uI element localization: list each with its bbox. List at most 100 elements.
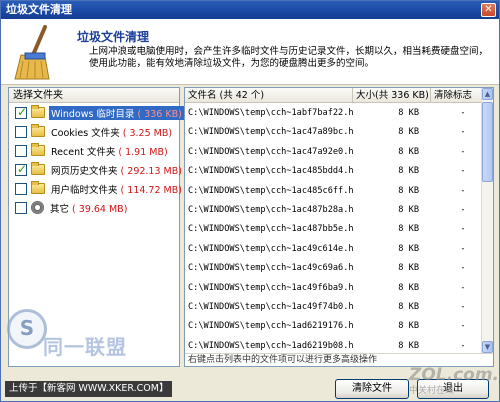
- folder-item[interactable]: ✓ 网页历史文件夹 ( 292.13 MB): [9, 160, 182, 179]
- folder-label: 用户临时文件夹 ( 114.72 MB): [49, 182, 184, 196]
- file-row[interactable]: C:\WINDOWS\temp\cch~1ac487b28a.htp 8 KB -: [185, 201, 482, 220]
- folder-checkbox[interactable]: [15, 144, 27, 157]
- title-bar[interactable]: 垃圾文件清理 ✕: [1, 1, 499, 19]
- file-size: 8 KB: [398, 204, 419, 215]
- file-size: 8 KB: [398, 282, 419, 293]
- file-size: 8 KB: [398, 146, 419, 157]
- file-row[interactable]: C:\WINDOWS\temp\cch~1ac47a92e0.htp 8 KB -: [185, 143, 482, 162]
- file-name: C:\WINDOWS\temp\cch~1ac485c6ff.htp: [188, 185, 353, 196]
- source-caption: 上传于【新客网 WWW.XKER.COM】: [5, 381, 173, 397]
- scroll-up-button[interactable]: ▲: [482, 88, 493, 100]
- corner-watermark-sub: 中关村在线: [409, 386, 455, 396]
- close-button[interactable]: ✕: [481, 3, 496, 17]
- file-row[interactable]: C:\WINDOWS\temp\cch~1ac485c6ff.htp 8 KB -: [185, 182, 482, 201]
- watermark-logo: S: [7, 309, 47, 349]
- vertical-scrollbar[interactable]: ▲ ▼: [481, 88, 493, 353]
- file-list-panel: 文件名 (共 42 个) 大小(共 336 KB) 清除标志 C:\WINDOW…: [184, 87, 494, 367]
- column-filename[interactable]: 文件名 (共 42 个): [185, 88, 353, 103]
- folder-name: Windows 临时目录: [51, 108, 135, 120]
- file-row[interactable]: C:\WINDOWS\temp\cch~1ac487bb5e.htp 8 KB -: [185, 220, 482, 239]
- folder-icon: [31, 124, 45, 137]
- scroll-thumb[interactable]: [482, 102, 493, 182]
- cleaner-window: 垃圾文件清理 ✕ 垃圾文件清理 上网冲浪或电脑使用时，会产生许多临时文件与历史记…: [0, 0, 500, 402]
- file-name: C:\WINDOWS\temp\cch~1ac47a89bc.htp: [188, 127, 353, 138]
- folder-label: Recent 文件夹 ( 1.91 MB): [49, 144, 170, 158]
- folder-item[interactable]: Cookies 文件夹 ( 3.25 MB): [9, 122, 179, 141]
- file-size: 8 KB: [398, 127, 419, 138]
- file-clear-flag: -: [460, 146, 466, 157]
- folder-label: 其它 ( 39.64 MB): [48, 201, 129, 215]
- file-name: C:\WINDOWS\temp\cch~1ac487b28a.htp: [188, 204, 353, 215]
- file-row[interactable]: C:\WINDOWS\temp\cch~1ac49c69a6.htp 8 KB -: [185, 259, 482, 278]
- file-name: C:\WINDOWS\temp\cch~1ac49f6ba9.htp: [188, 282, 353, 293]
- header-title: 垃圾文件清理: [77, 30, 150, 44]
- file-row[interactable]: C:\WINDOWS\temp\cch~1ac49f74b0.htp 8 KB -: [185, 298, 482, 317]
- file-row[interactable]: C:\WINDOWS\temp\cch~1ac485bdd4.htp 8 KB -: [185, 162, 482, 181]
- file-clear-flag: -: [460, 263, 466, 274]
- scroll-down-button[interactable]: ▼: [482, 341, 493, 353]
- folder-icon: [31, 162, 45, 175]
- folder-size: ( 292.13 MB): [120, 165, 182, 177]
- file-name: C:\WINDOWS\temp\cch~1ac487bb5e.htp: [188, 224, 353, 235]
- header-description: 上网冲浪或电脑使用时，会产生许多临时文件与历史记录文件，长期以久，相当耗费硬盘空…: [89, 46, 489, 69]
- file-name: C:\WINDOWS\temp\cch~1ac49c69a6.htp: [188, 263, 353, 274]
- folder-item[interactable]: Recent 文件夹 ( 1.91 MB): [9, 141, 179, 160]
- check-icon: ✓: [17, 161, 28, 176]
- file-clear-flag: -: [460, 204, 466, 215]
- file-clear-flag: -: [460, 282, 466, 293]
- file-name: C:\WINDOWS\temp\cch~1ac485bdd4.htp: [188, 166, 353, 177]
- file-rows: C:\WINDOWS\temp\cch~1abf7baf22.htp 8 KB - C…: [185, 104, 482, 366]
- file-size: 8 KB: [398, 263, 419, 274]
- folder-label: Cookies 文件夹 ( 3.25 MB): [49, 125, 174, 139]
- file-clear-flag: -: [460, 108, 466, 118]
- window-title: 垃圾文件清理: [6, 3, 72, 16]
- file-clear-flag: -: [460, 243, 466, 254]
- folder-list-header: 选择文件夹: [9, 88, 179, 103]
- file-size: 8 KB: [398, 166, 419, 177]
- folder-item[interactable]: 用户临时文件夹 ( 114.72 MB): [9, 179, 182, 198]
- file-row[interactable]: C:\WINDOWS\temp\cch~1ac47a89bc.htp 8 KB -: [185, 123, 482, 142]
- file-name: C:\WINDOWS\temp\cch~1abf7baf22.htp: [188, 108, 353, 118]
- folder-icon: [31, 143, 45, 156]
- clean-files-button[interactable]: 清除文件: [335, 379, 409, 399]
- file-clear-flag: -: [460, 224, 466, 235]
- folder-name: 用户临时文件夹: [51, 184, 118, 196]
- file-row[interactable]: C:\WINDOWS\temp\cch~1ac49c614e.htp 8 KB -: [185, 240, 482, 259]
- file-name: C:\WINDOWS\temp\cch~1ac47a92e0.htp: [188, 146, 353, 157]
- broom-icon: [14, 25, 50, 80]
- file-clear-flag: -: [460, 321, 466, 332]
- column-size[interactable]: 大小(共 336 KB): [353, 88, 431, 103]
- file-size: 8 KB: [398, 185, 419, 196]
- file-clear-flag: -: [460, 185, 466, 196]
- folder-icon: [31, 181, 45, 194]
- folder-item[interactable]: ✓ Windows 临时目录 ( 336 KB): [9, 103, 184, 122]
- gear-icon: [31, 201, 44, 214]
- folder-checkbox[interactable]: [15, 125, 27, 138]
- column-clear-flag[interactable]: 清除标志: [431, 88, 482, 103]
- folder-checkbox[interactable]: ✓: [15, 104, 28, 119]
- file-name: C:\WINDOWS\temp\cch~1ad6219176.htp: [188, 321, 353, 332]
- file-row[interactable]: C:\WINDOWS\temp\cch~1abf7baf22.htp 8 KB -: [185, 104, 482, 123]
- watermark-text: 同一联盟: [43, 335, 127, 359]
- corner-watermark: ZOL.com.cn: [409, 365, 500, 385]
- file-clear-flag: -: [460, 301, 466, 312]
- file-size: 8 KB: [398, 224, 419, 235]
- folder-name: 其它: [50, 203, 70, 215]
- file-list-header: 文件名 (共 42 个) 大小(共 336 KB) 清除标志: [185, 88, 482, 103]
- folder-name: 网页历史文件夹: [51, 165, 118, 177]
- folder-icon: [31, 105, 45, 118]
- check-icon: ✓: [17, 104, 28, 119]
- file-row[interactable]: C:\WINDOWS\temp\cch~1ad6219176.htp 8 KB -: [185, 317, 482, 336]
- folder-checkbox[interactable]: [15, 182, 27, 195]
- file-clear-flag: -: [460, 166, 466, 177]
- folder-checkbox[interactable]: ✓: [15, 161, 28, 176]
- folder-item[interactable]: 其它 ( 39.64 MB): [9, 198, 179, 217]
- folder-name: Cookies 文件夹: [51, 127, 120, 139]
- file-clear-flag: -: [460, 127, 466, 138]
- folder-checkbox[interactable]: [15, 201, 27, 214]
- folder-size: ( 1.91 MB): [118, 146, 168, 158]
- folder-label: 网页历史文件夹 ( 292.13 MB): [49, 163, 184, 177]
- file-row[interactable]: C:\WINDOWS\temp\cch~1ac49f6ba9.htp 8 KB -: [185, 279, 482, 298]
- folder-size: ( 114.72 MB): [120, 184, 182, 196]
- folder-name: Recent 文件夹: [51, 146, 116, 158]
